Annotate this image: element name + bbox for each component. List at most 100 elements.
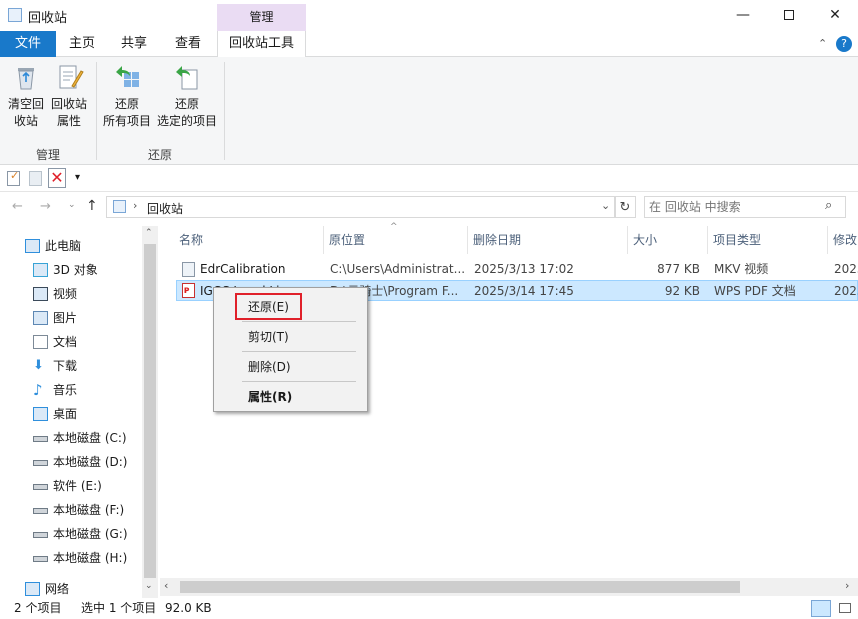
nav-item-label: 本地磁盘 (C:) [53,431,127,445]
tab-home[interactable]: 主页 [56,31,108,57]
nav-item[interactable]: 本地磁盘 (D:) [0,450,142,474]
refresh-icon: ↻ [619,200,631,215]
tab-share[interactable]: 共享 [108,31,160,57]
music-icon: ♪ [33,381,43,399]
forward-icon[interactable]: → [40,199,51,214]
large-icons-view-icon[interactable] [836,600,854,617]
nav-item[interactable]: 图片 [0,306,142,330]
address-path[interactable]: 回收站 [147,200,183,217]
status-size: 92.0 KB [165,601,212,615]
address-dropdown-icon[interactable]: ⌄ [601,199,610,212]
menu-item-properties[interactable]: 属性(R) [214,386,367,408]
new-folder-qat-icon[interactable] [29,171,42,186]
column-header-size[interactable]: 大小 [628,226,708,254]
help-icon[interactable]: ? [836,36,852,52]
recycle-bin-icon [113,200,126,213]
tab-recycle-bin-tools[interactable]: 回收站工具 [217,31,306,58]
maximize-button[interactable] [766,0,812,31]
address-bar[interactable]: › 回收站 ⌄ [106,196,616,218]
column-header-type[interactable]: 项目类型 [708,226,828,254]
restore-all-button[interactable]: 还原 所有项目 [100,62,154,130]
restore-selected-icon [172,62,202,92]
nav-item[interactable]: 软件 (E:) [0,474,142,498]
ribbon-collapse-icon[interactable]: ⌃ [818,37,827,50]
breadcrumb-chevron-icon: › [133,199,138,212]
column-header-modified[interactable]: 修改 [828,226,858,254]
recycle-bin-icon [8,8,22,22]
nav-item-label: 桌面 [53,407,78,421]
desktop-icon [33,407,48,421]
qat-dropdown-icon[interactable]: ▾ [75,172,80,183]
drive-icon [33,460,48,466]
nav-item-label: 文档 [53,335,78,349]
tab-view[interactable]: 查看 [160,31,216,57]
nav-scroll-thumb[interactable] [144,244,156,578]
pc-icon [25,239,40,253]
nav-item-label: 软件 (E:) [53,479,102,493]
minimize-button[interactable]: — [720,0,766,31]
delete-qat-icon[interactable]: ✕ [48,168,66,188]
nav-item-label: 视频 [53,287,78,301]
nav-item-label: 本地磁盘 (F:) [53,503,125,517]
details-view-icon[interactable] [811,600,831,617]
context-tab-header: 管理 [217,4,306,31]
properties-qat-icon[interactable]: ✓ [7,169,20,186]
status-bar: 2 个项目 选中 1 个项目 92.0 KB [0,598,858,619]
menu-separator [242,381,356,382]
close-icon: ✕ [829,7,841,23]
nav-item-label: 本地磁盘 (G:) [53,527,128,541]
drive-icon [33,532,48,538]
menu-item-delete[interactable]: 删除(D) [214,356,367,378]
menu-item-cut[interactable]: 剪切(T) [214,326,367,348]
empty-recycle-bin-button[interactable]: 清空回 收站 [4,62,48,130]
search-input[interactable] [649,199,819,215]
pdf-file-icon: ᴘ [182,283,195,298]
picture-icon [33,311,48,325]
nav-item[interactable]: 3D 对象 [0,258,142,282]
document-icon [33,335,48,349]
up-icon[interactable]: ↑ [86,198,98,214]
nav-item[interactable]: 视频 [0,282,142,306]
quick-access-toolbar [0,166,858,192]
menu-separator [242,321,356,322]
nav-item[interactable]: 本地磁盘 (C:) [0,426,142,450]
recycle-bin-properties-button[interactable]: 回收站 属性 [48,62,90,130]
table-row[interactable]: EdrCalibration C:\Users\Administrat... 2… [176,259,858,280]
column-header-name[interactable]: 名称 [174,226,324,254]
back-icon[interactable]: ← [12,199,23,214]
properties-icon [54,62,84,92]
nav-item[interactable]: 文档 [0,330,142,354]
nav-item-label: 图片 [53,311,78,325]
refresh-button[interactable]: ↻ [614,196,636,218]
scroll-left-icon[interactable]: ‹ [164,579,168,592]
nav-scroll-down-icon[interactable]: ⌄ [145,581,153,591]
nav-item[interactable]: 本地磁盘 (G:) [0,522,142,546]
recent-locations-icon[interactable]: ⌄ [68,200,76,210]
nav-item[interactable]: 本地磁盘 (F:) [0,498,142,522]
column-header-deleted[interactable]: 删除日期 [468,226,628,254]
group-separator [224,62,225,160]
nav-item[interactable]: 此电脑 [0,234,142,258]
tab-file[interactable]: 文件 [0,31,56,57]
scroll-right-icon[interactable]: › [845,579,849,592]
nav-item[interactable]: ♪ 音乐 [0,378,142,402]
network-icon [25,582,40,596]
menu-separator [242,351,356,352]
horizontal-scroll-thumb[interactable] [180,581,740,593]
drive-icon [33,484,48,490]
restore-selected-button[interactable]: 还原 选定的项目 [155,62,219,130]
column-header-location[interactable]: 原位置 [324,226,468,254]
search-icon[interactable]: ⌕ [825,198,832,213]
nav-item[interactable]: ⬇ 下载 [0,354,142,378]
group-label-restore: 还原 [147,148,172,162]
group-separator [96,62,97,160]
close-button[interactable]: ✕ [812,0,858,31]
drive-icon [33,436,48,442]
nav-scroll-up-icon[interactable]: ⌃ [145,228,153,238]
nav-item[interactable]: 本地磁盘 (H:) [0,546,142,570]
nav-item-label: 本地磁盘 (H:) [53,551,128,565]
nav-item[interactable]: 桌面 [0,402,142,426]
nav-item-label: 此电脑 [45,239,82,253]
search-box[interactable]: ⌕ [644,196,846,218]
minimize-icon: — [736,7,750,23]
